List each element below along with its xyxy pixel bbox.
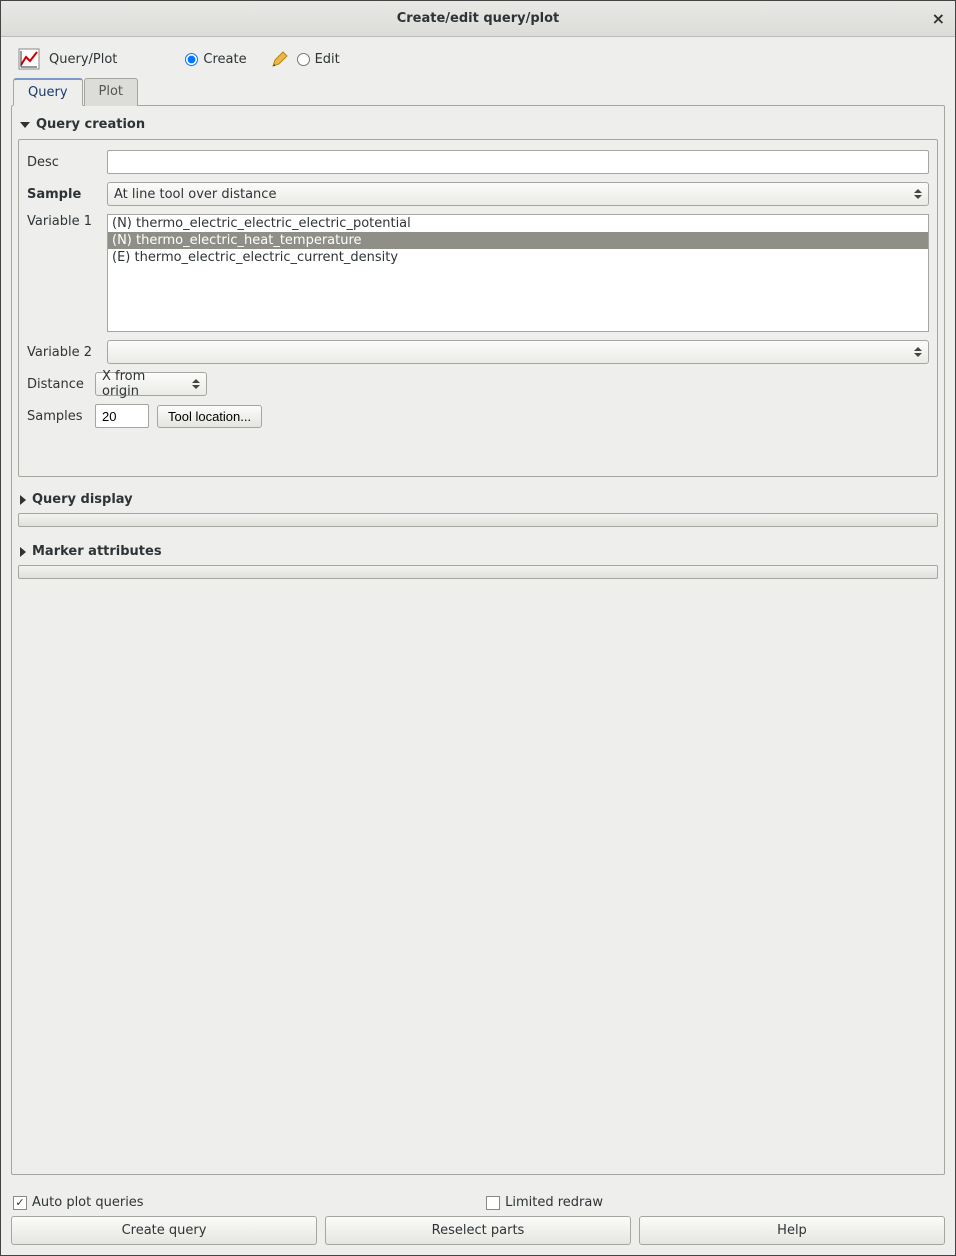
- query-plot-label: Query/Plot: [49, 52, 117, 67]
- distance-select[interactable]: X from origin: [95, 372, 207, 396]
- tabs: Query Plot: [1, 77, 955, 105]
- chart-icon: [17, 47, 41, 71]
- window-title: Create/edit query/plot: [397, 11, 560, 26]
- spinner-icon: [190, 376, 202, 392]
- desc-input[interactable]: [107, 150, 929, 174]
- check-row: ✓ Auto plot queries Limited redraw: [11, 1189, 945, 1216]
- section-query-creation-body: Desc Sample At line tool over distance V…: [18, 139, 938, 477]
- section-query-display-strip: [18, 513, 938, 527]
- chevron-down-icon: [20, 122, 30, 128]
- button-row: Create query Reselect parts Help: [11, 1216, 945, 1245]
- reselect-parts-button[interactable]: Reselect parts: [325, 1216, 631, 1245]
- auto-plot-label: Auto plot queries: [32, 1195, 144, 1210]
- samples-row: Samples Tool location...: [27, 404, 929, 428]
- titlebar: Create/edit query/plot ×: [1, 1, 955, 37]
- toolbar: Query/Plot Create Edit: [1, 37, 955, 77]
- limited-redraw-checkbox-wrap[interactable]: Limited redraw: [486, 1195, 603, 1210]
- edit-radio-wrap[interactable]: Edit: [297, 52, 340, 67]
- chevron-right-icon: [20, 495, 26, 505]
- list-item[interactable]: (N) thermo_electric_electric_electric_po…: [108, 215, 928, 232]
- section-title-display: Query display: [32, 492, 133, 507]
- distance-row: Distance X from origin: [27, 372, 929, 396]
- section-title-marker: Marker attributes: [32, 544, 162, 559]
- create-radio-label: Create: [203, 52, 246, 67]
- sample-row: Sample At line tool over distance: [27, 182, 929, 206]
- section-query-creation-header[interactable]: Query creation: [18, 114, 938, 135]
- window: Create/edit query/plot × Query/Plot Crea…: [0, 0, 956, 1256]
- list-item[interactable]: (E) thermo_electric_electric_current_den…: [108, 249, 928, 266]
- distance-label: Distance: [27, 377, 87, 392]
- list-item[interactable]: (N) thermo_electric_heat_temperature: [108, 232, 928, 249]
- edit-radio[interactable]: [297, 53, 310, 66]
- content: Query/Plot Create Edit Query Plot: [1, 37, 955, 1255]
- section-title-creation: Query creation: [36, 117, 145, 132]
- help-button[interactable]: Help: [639, 1216, 945, 1245]
- tab-plot[interactable]: Plot: [84, 78, 139, 106]
- bottom-area: ✓ Auto plot queries Limited redraw Creat…: [1, 1185, 955, 1255]
- var1-label: Variable 1: [27, 214, 99, 229]
- pencil-icon: [271, 50, 289, 68]
- sample-select[interactable]: At line tool over distance: [107, 182, 929, 206]
- desc-label: Desc: [27, 155, 99, 170]
- section-query-display-header[interactable]: Query display: [18, 489, 938, 510]
- limited-redraw-checkbox[interactable]: [486, 1196, 500, 1210]
- create-query-button[interactable]: Create query: [11, 1216, 317, 1245]
- samples-label: Samples: [27, 409, 87, 424]
- auto-plot-checkbox[interactable]: ✓: [13, 1196, 27, 1210]
- tab-panel: Query creation Desc Sample At line tool …: [11, 105, 945, 1175]
- sample-label: Sample: [27, 187, 99, 202]
- var2-row: Variable 2: [27, 340, 929, 364]
- edit-radio-label: Edit: [315, 52, 340, 67]
- var2-select[interactable]: [107, 340, 929, 364]
- spinner-icon: [912, 344, 924, 360]
- var1-row: Variable 1 (N) thermo_electric_electric_…: [27, 214, 929, 332]
- limited-redraw-label: Limited redraw: [505, 1195, 603, 1210]
- create-radio[interactable]: [185, 53, 198, 66]
- create-radio-wrap[interactable]: Create: [185, 52, 246, 67]
- var2-label: Variable 2: [27, 345, 99, 360]
- desc-row: Desc: [27, 150, 929, 174]
- distance-select-value: X from origin: [102, 369, 186, 399]
- close-icon[interactable]: ×: [932, 9, 945, 28]
- sample-select-value: At line tool over distance: [114, 187, 276, 202]
- tool-location-button[interactable]: Tool location...: [157, 405, 262, 428]
- section-marker-attributes-header[interactable]: Marker attributes: [18, 541, 938, 562]
- chevron-right-icon: [20, 547, 26, 557]
- spinner-icon: [912, 186, 924, 202]
- auto-plot-checkbox-wrap[interactable]: ✓ Auto plot queries: [13, 1195, 144, 1210]
- section-marker-attributes-strip: [18, 565, 938, 579]
- tab-query[interactable]: Query: [13, 78, 83, 106]
- samples-input[interactable]: [95, 404, 149, 428]
- var1-listbox[interactable]: (N) thermo_electric_electric_electric_po…: [107, 214, 929, 332]
